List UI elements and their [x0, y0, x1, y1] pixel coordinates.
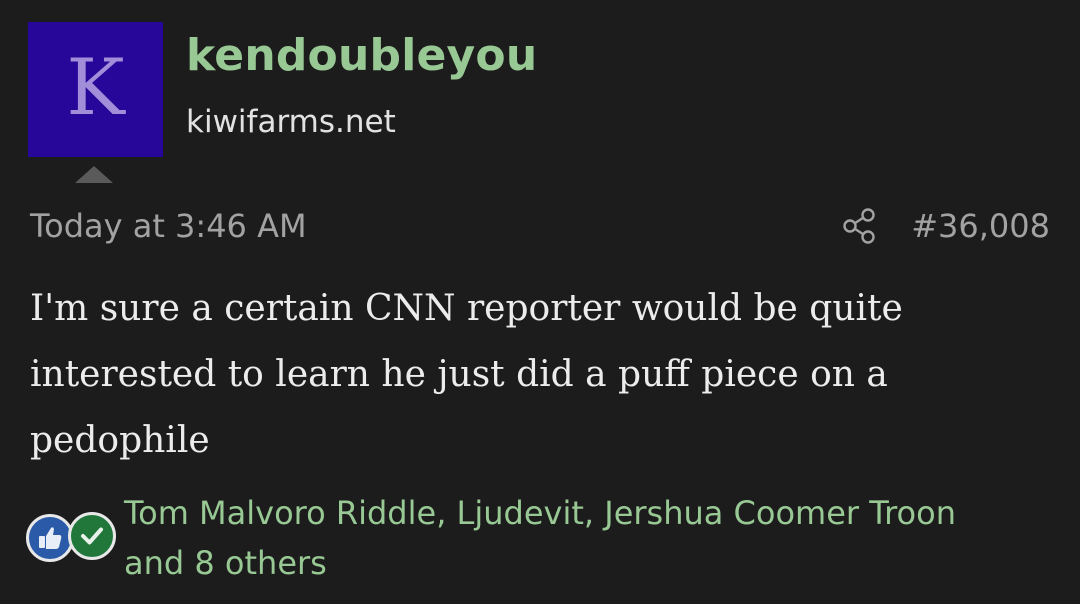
post-number-link[interactable]: #36,008 [911, 207, 1050, 245]
avatar-pointer-arrow [75, 166, 113, 183]
post-timestamp[interactable]: Today at 3:46 AM [30, 207, 307, 245]
avatar-letter: K [66, 42, 125, 133]
reaction-others-link[interactable]: and 8 others [124, 544, 327, 582]
avatar[interactable]: K [28, 22, 163, 157]
thumbs-up-icon [26, 514, 74, 562]
reaction-users-list[interactable]: Tom Malvoro Riddle, Ljudevit, Jershua Co… [124, 488, 1064, 588]
post-body: I'm sure a certain CNN reporter would be… [30, 288, 903, 461]
checkmark-icon [68, 512, 116, 560]
reaction-users-line[interactable]: Tom Malvoro Riddle, Ljudevit, Jershua Co… [124, 494, 956, 532]
share-icon[interactable] [842, 207, 878, 245]
reaction-icons[interactable] [22, 512, 122, 566]
user-site-label: kiwifarms.net [186, 104, 396, 140]
username-link[interactable]: kendoubleyou [186, 30, 537, 81]
